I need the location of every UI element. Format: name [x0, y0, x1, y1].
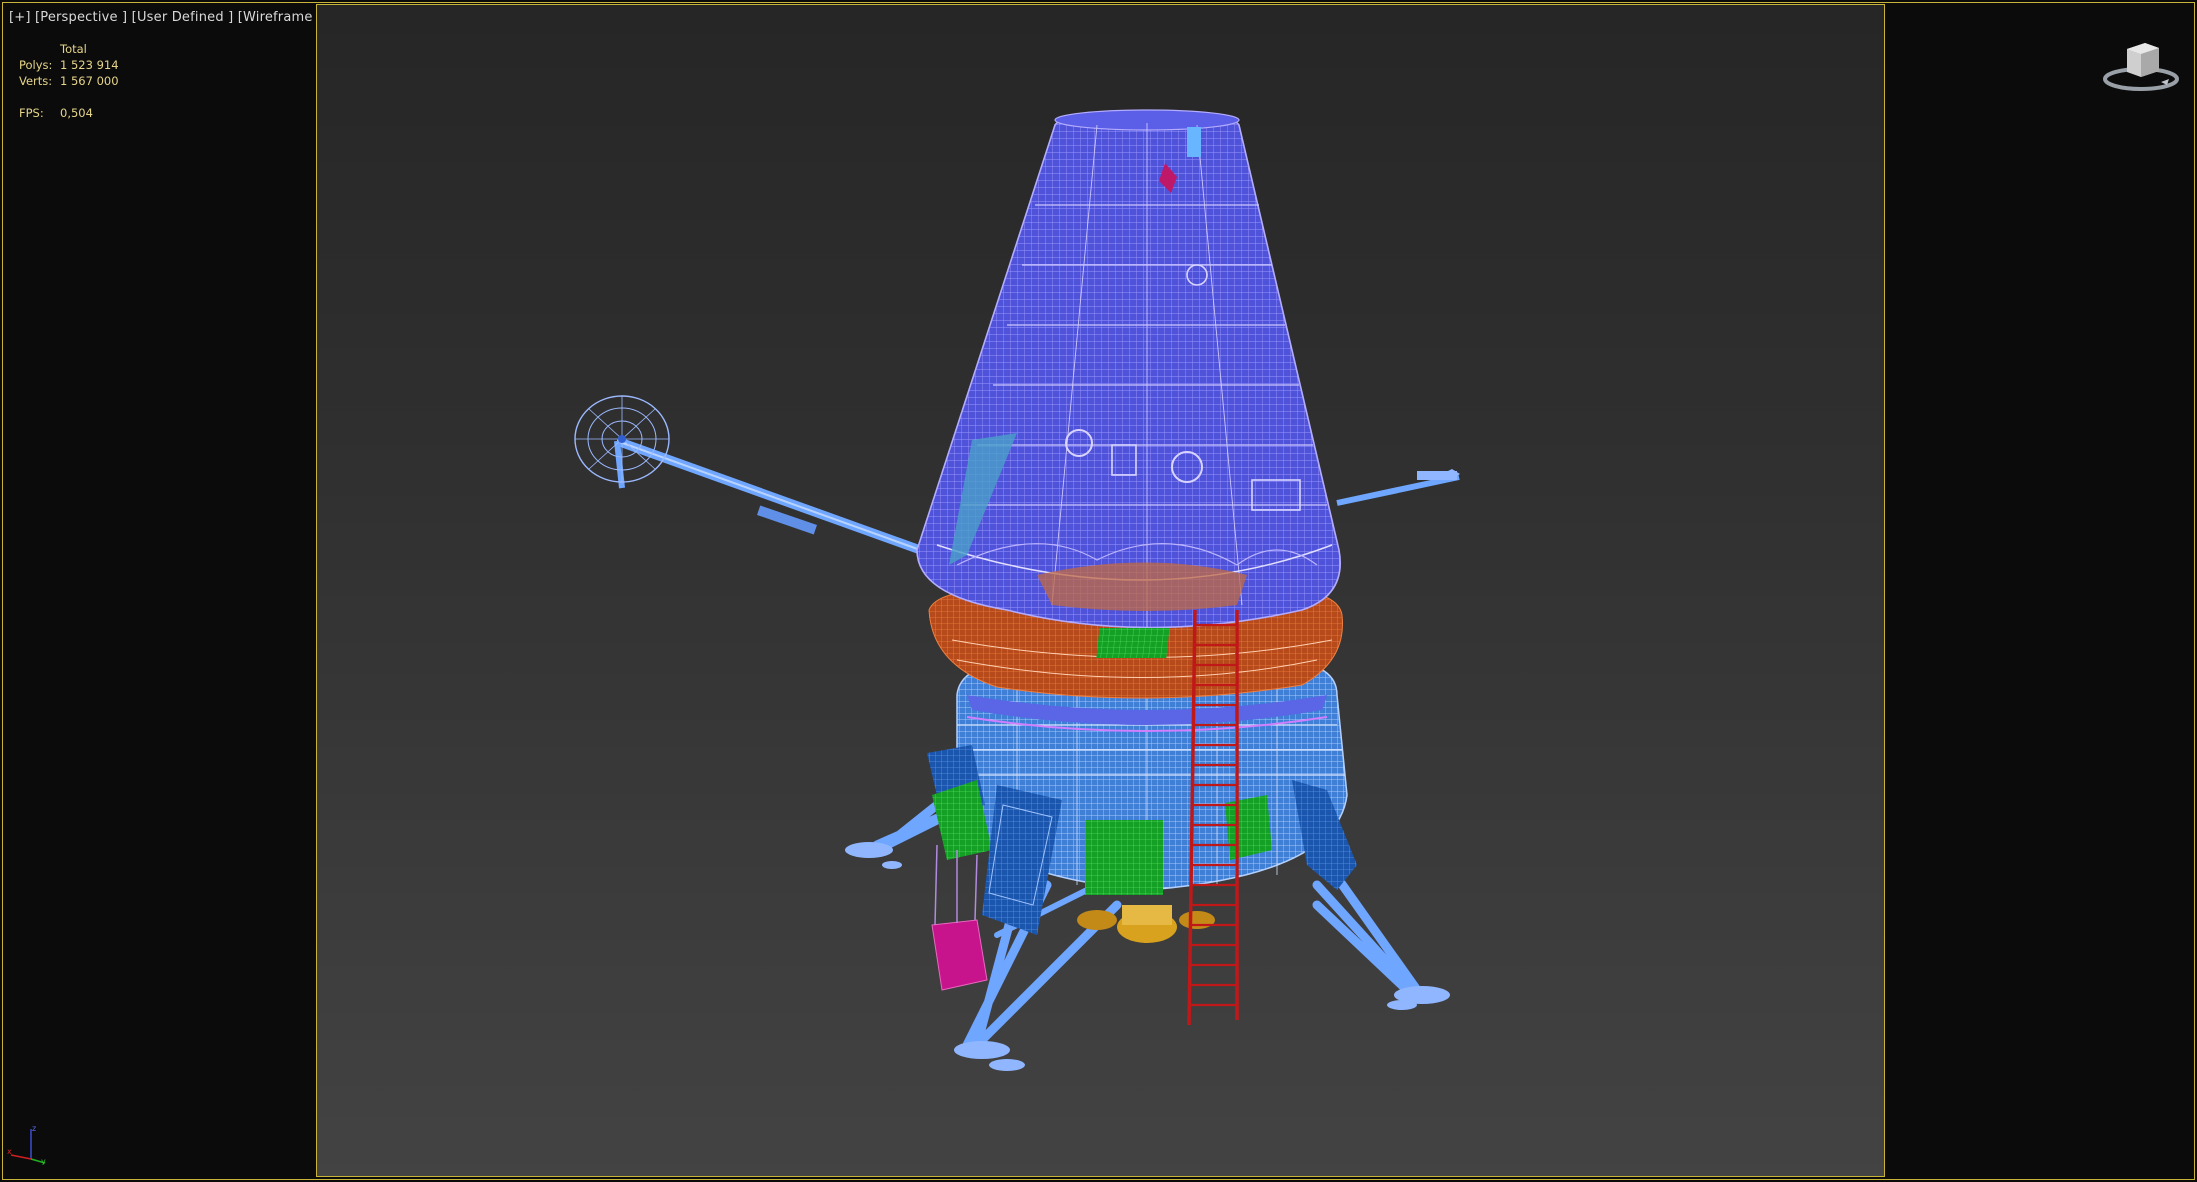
axis-tripod-icon: z x y	[5, 1121, 49, 1169]
antenna-dish[interactable]	[574, 395, 939, 561]
viewport-label[interactable]: [+] [Perspective ] [User Defined ] [Wire…	[9, 10, 322, 25]
stats-header: Total	[60, 42, 87, 56]
polys-label: Polys:	[19, 58, 53, 72]
verts-label: Verts:	[19, 74, 53, 88]
fps-label: FPS:	[19, 106, 44, 120]
hatch-panel[interactable]	[1096, 628, 1170, 658]
lander-wireframe-model[interactable]	[317, 5, 1885, 1177]
safe-frame	[316, 4, 1885, 1177]
fps-value: 0,504	[60, 106, 93, 120]
perspective-viewport[interactable]: [+] [Perspective ] [User Defined ] [Wire…	[2, 2, 2195, 1180]
polys-value: 1 523 914	[60, 58, 119, 72]
svg-text:x: x	[7, 1147, 12, 1156]
svg-text:z: z	[32, 1124, 36, 1133]
crew-capsule[interactable]	[916, 109, 1341, 630]
verts-value: 1 567 000	[60, 74, 119, 88]
right-boom[interactable]	[1336, 469, 1460, 506]
svg-text:y: y	[41, 1157, 46, 1165]
viewcube-icon[interactable]	[2101, 35, 2181, 101]
statistics-overlay: Total Polys: 1 523 914 Verts: 1 567 000 FP…	[19, 41, 119, 121]
